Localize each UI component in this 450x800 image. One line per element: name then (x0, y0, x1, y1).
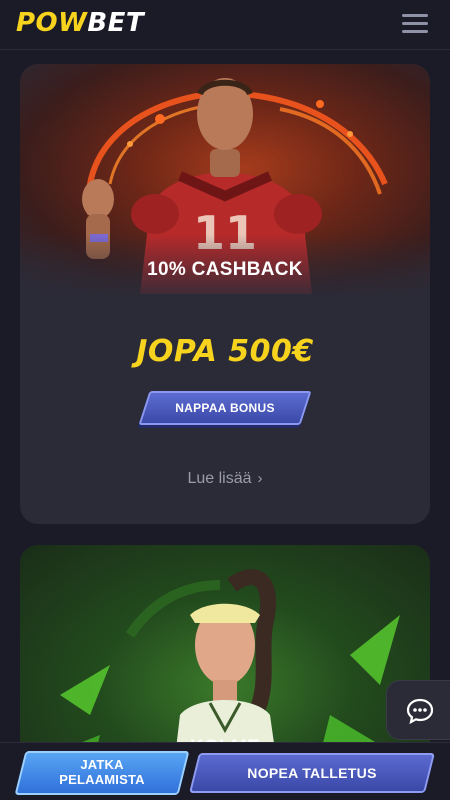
chat-bubble-icon (406, 698, 434, 725)
app-root: POWBET 11 10% CASHBACK JOPA 500€ NAPPAA … (0, 0, 450, 800)
claim-bonus-button[interactable]: NAPPAA BONUS (138, 391, 312, 425)
header: POWBET (0, 0, 450, 50)
bottom-action-bar: JATKA PELAAMISTA NOPEA TALLETUS (0, 742, 450, 800)
continue-line-1: JATKA (80, 757, 124, 772)
promo-title: 10% CASHBACK (147, 259, 303, 280)
read-more-link[interactable]: Lue lisää › (20, 470, 430, 488)
chat-button[interactable] (386, 680, 450, 740)
promo-amount: JOPA 500€ (136, 334, 314, 369)
quick-deposit-button[interactable]: NOPEA TALLETUS (189, 753, 435, 793)
continue-playing-button[interactable]: JATKA PELAAMISTA (14, 751, 190, 795)
claim-bonus-label: NAPPAA BONUS (175, 401, 275, 415)
continue-playing-label: JATKA PELAAMISTA (20, 751, 184, 787)
promo-card-cashback: 11 10% CASHBACK JOPA 500€ NAPPAA BONUS L… (20, 64, 430, 524)
quick-deposit-label: NOPEA TALLETUS (247, 765, 377, 781)
read-more-label: Lue lisää (187, 470, 252, 487)
hamburger-menu-icon[interactable] (402, 14, 430, 34)
continue-line-2: PELAAMISTA (59, 772, 145, 787)
chevron-right-icon: › (257, 470, 263, 487)
logo[interactable]: POWBET (16, 8, 144, 38)
logo-bet: BET (87, 8, 145, 38)
logo-pow: POW (16, 8, 88, 38)
